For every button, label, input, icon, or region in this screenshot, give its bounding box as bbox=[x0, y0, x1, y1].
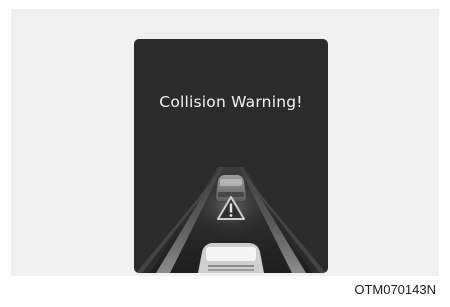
own-vehicle-icon bbox=[198, 243, 264, 273]
road-scene bbox=[136, 167, 326, 273]
cluster-display: Collision Warning! bbox=[134, 39, 328, 273]
figure-code: OTM070143N bbox=[354, 282, 436, 297]
